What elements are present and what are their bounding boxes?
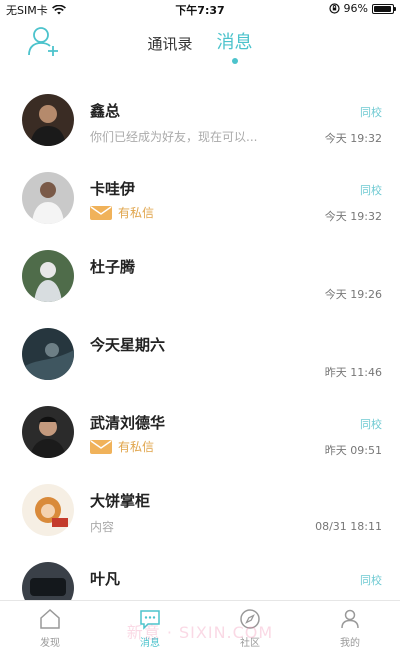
active-tab-dot: [231, 58, 238, 64]
envelope-icon: [90, 439, 112, 454]
contact-name: 今天星期六: [90, 336, 166, 354]
conversation-item[interactable]: 杜子腾 今天 19:26: [0, 236, 400, 314]
message-preview: 你们已经成为好友，现在可以...: [90, 130, 258, 144]
tab-profile[interactable]: 我的: [300, 601, 400, 655]
message-preview: 内容: [90, 520, 115, 534]
tab-profile-label: 我的: [340, 638, 360, 649]
home-icon: [40, 608, 60, 629]
conversation-item[interactable]: 武清刘德华 有私信 同校 昨天 09:51: [0, 392, 400, 470]
header: 通讯录 消息: [0, 18, 400, 70]
contact-name: 武清刘德华: [90, 414, 166, 432]
compass-icon: [240, 609, 260, 629]
avatar: [22, 172, 74, 224]
private-message-label: 有私信: [118, 206, 155, 220]
private-message-indicator: 有私信: [90, 438, 154, 455]
contact-name: 叶凡: [90, 570, 121, 588]
envelope-icon: [90, 205, 112, 220]
message-time: 今天 19:26: [324, 288, 382, 301]
avatar: [22, 250, 74, 302]
message-time: 今天 19:32: [324, 132, 382, 145]
same-school-tag: 同校: [360, 184, 382, 197]
conversation-list: 鑫总 你们已经成为好友，现在可以... 同校 今天 19:32 卡哇伊 有私信 …: [0, 80, 400, 600]
message-time: 08/31 18:11: [315, 520, 382, 533]
tab-messages-label: 消息: [216, 32, 253, 53]
conversation-item[interactable]: 卡哇伊 有私信 同校 今天 19:32: [0, 158, 400, 236]
private-message-label: 有私信: [118, 440, 155, 454]
contact-name: 杜子腾: [90, 258, 136, 276]
avatar: [22, 484, 74, 536]
battery-percent: 96%: [343, 2, 368, 15]
private-message-indicator: 有私信: [90, 204, 154, 221]
message-icon: [140, 610, 160, 630]
contact-name: 鑫总: [90, 102, 121, 120]
message-time: 昨天 09:51: [324, 444, 382, 457]
same-school-tag: 同校: [360, 106, 382, 119]
top-tabs: 通讯录 消息: [0, 28, 400, 64]
tab-messages-bottom-label: 消息: [140, 638, 160, 649]
tab-contacts-label: 通讯录: [147, 35, 193, 53]
same-school-tag: 同校: [360, 574, 382, 587]
message-time: 今天 19:32: [324, 210, 382, 223]
tab-community[interactable]: 社区: [200, 601, 300, 655]
conversation-item[interactable]: 叶凡 同校: [0, 548, 400, 600]
battery-icon: [372, 3, 396, 14]
tab-contacts[interactable]: 通讯录: [147, 33, 192, 64]
tab-discover[interactable]: 发现: [0, 601, 100, 655]
avatar: [22, 328, 74, 380]
tab-messages[interactable]: 消息: [217, 28, 253, 64]
avatar: [22, 406, 74, 458]
contact-name: 卡哇伊: [90, 180, 136, 198]
avatar: [22, 562, 74, 600]
avatar: [22, 94, 74, 146]
tab-messages-bottom[interactable]: 消息: [100, 601, 200, 655]
profile-icon: [341, 609, 359, 629]
conversation-item[interactable]: 今天星期六 昨天 11:46: [0, 314, 400, 392]
tab-discover-label: 发现: [40, 638, 60, 649]
message-time: 昨天 11:46: [324, 366, 382, 379]
orientation-lock-icon: [328, 3, 340, 14]
tab-community-label: 社区: [240, 638, 260, 649]
conversation-item[interactable]: 大饼掌柜 内容 08/31 18:11: [0, 470, 400, 548]
contact-name: 大饼掌柜: [90, 492, 151, 510]
same-school-tag: 同校: [360, 418, 382, 431]
status-bar: 无SIM卡 下午7:37 96%: [0, 0, 400, 18]
conversation-item[interactable]: 鑫总 你们已经成为好友，现在可以... 同校 今天 19:32: [0, 80, 400, 158]
bottom-tab-bar: 发现 消息 社区 我的: [0, 600, 400, 655]
